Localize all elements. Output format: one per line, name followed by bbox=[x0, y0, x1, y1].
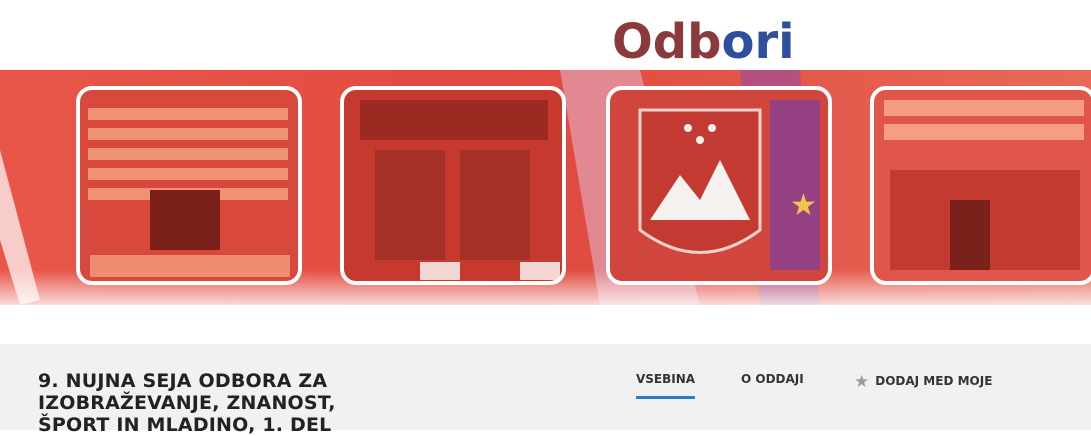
banner-frame-doorway bbox=[340, 86, 566, 285]
tab-label: O ODDAJI bbox=[741, 372, 804, 386]
show-title: 9. NUJNA SEJA ODBORA ZA IZOBRAŽEVANJE, Z… bbox=[38, 370, 336, 436]
banner-graphic: ★ Odbori bbox=[0, 14, 1091, 310]
add-to-favorites-button[interactable]: ★ DODAJ MED MOJE bbox=[854, 372, 992, 392]
tab-o-oddaji[interactable]: O ODDAJI bbox=[741, 372, 804, 386]
banner-frame-building bbox=[76, 86, 302, 285]
tab-label: DODAJ MED MOJE bbox=[875, 374, 993, 388]
star-icon: ★ bbox=[854, 372, 870, 392]
tab-label: VSEBINA bbox=[636, 372, 696, 386]
svg-text:★: ★ bbox=[790, 188, 817, 223]
tab-vsebina[interactable]: VSEBINA bbox=[636, 372, 696, 399]
odbori-logo: Odbori bbox=[612, 14, 795, 70]
banner-frame-coat-of-arms: ★ bbox=[606, 86, 832, 285]
banner-frame-facade bbox=[870, 86, 1091, 285]
show-info-bar: 9. NUJNA SEJA ODBORA ZA IZOBRAŽEVANJE, Z… bbox=[0, 344, 1091, 436]
header-banner: ★ Odbori bbox=[0, 0, 1091, 340]
